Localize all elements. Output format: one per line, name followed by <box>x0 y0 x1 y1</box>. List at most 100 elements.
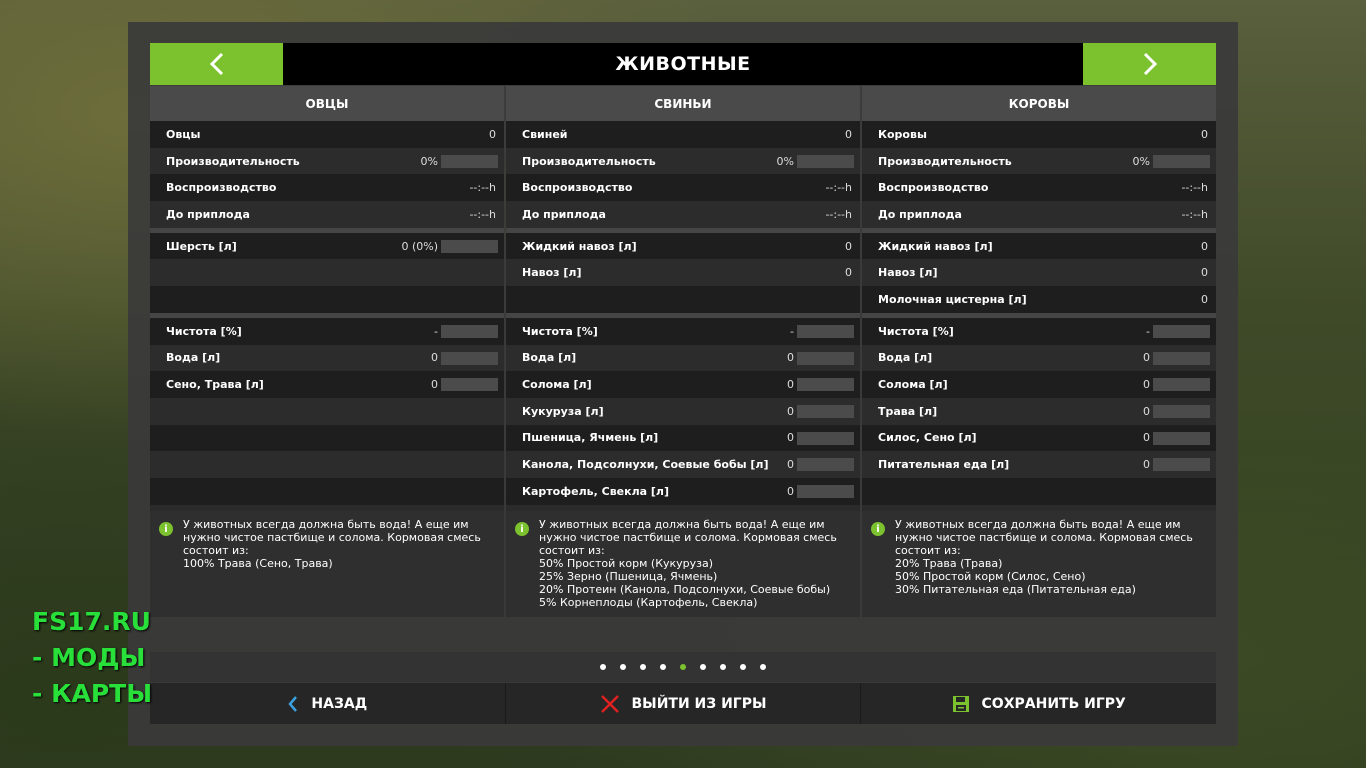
stat-row <box>150 286 504 313</box>
back-label: НАЗАД <box>311 695 368 712</box>
quit-label: ВЫЙТИ ИЗ ИГРЫ <box>631 695 767 712</box>
stat-value: 0 <box>1201 292 1208 306</box>
stat-value: 0% <box>1132 154 1150 168</box>
stat-row: Силос, Сено [л] 0 <box>862 424 1216 452</box>
stat-value: 0 <box>787 484 794 498</box>
progress-bar <box>441 378 498 392</box>
stat-value: --:--h <box>1181 181 1208 195</box>
stat-label: Воспроизводство <box>878 181 989 195</box>
stat-label: Трава [л] <box>878 404 938 418</box>
stat-value: - <box>1146 324 1150 338</box>
stat-label: Коровы <box>878 127 927 141</box>
stat-row: Производительность 0% <box>862 147 1216 175</box>
stat-row: Жидкий навоз [л] 0 <box>862 232 1216 260</box>
column-header: ОВЦЫ <box>150 86 504 121</box>
stat-row: До приплода --:--h <box>150 201 504 228</box>
page-header: ЖИВОТНЫЕ <box>150 43 1216 85</box>
stat-value: 0 <box>1143 351 1150 365</box>
quit-game-button[interactable]: ВЫЙТИ ИЗ ИГРЫ <box>506 683 862 724</box>
stat-value: 0 <box>845 127 852 141</box>
stat-value: 0 <box>845 266 852 280</box>
stat-row: Питательная еда [л] 0 <box>862 451 1216 478</box>
stat-label: Воспроизводство <box>166 181 277 195</box>
stat-row: Коровы 0 <box>862 121 1216 148</box>
stat-row: Шерсть [л] 0 (0%) <box>150 232 504 260</box>
watermark-line: - КАРТЫ <box>32 679 153 708</box>
chevron-left-icon <box>288 695 298 712</box>
stat-value: 0 <box>1143 404 1150 418</box>
stat-label: Вода [л] <box>166 351 221 365</box>
stat-row: До приплода --:--h <box>862 201 1216 228</box>
stat-label: Чистота [%] <box>522 324 598 338</box>
stat-label: До приплода <box>878 207 962 221</box>
stat-value: --:--h <box>825 181 852 195</box>
stat-value: 0 <box>431 351 438 365</box>
page-dot[interactable] <box>720 664 726 670</box>
page-indicator <box>150 652 1216 682</box>
stat-row: Чистота [%] - <box>506 317 860 345</box>
feed-info-box: i У животных всегда должна быть вода! А е… <box>862 511 1216 617</box>
stat-value: --:--h <box>825 207 852 221</box>
page-dot[interactable] <box>640 664 646 670</box>
save-game-button[interactable]: СОХРАНИТЬ ИГРУ <box>861 683 1216 724</box>
next-page-button[interactable] <box>1083 43 1216 85</box>
stat-row: Чистота [%] - <box>150 317 504 345</box>
stat-row: Солома [л] 0 <box>862 371 1216 398</box>
progress-bar <box>441 351 498 365</box>
page-dot[interactable] <box>600 664 606 670</box>
stat-row: Картофель, Свекла [л] 0 <box>506 477 860 505</box>
stat-value: 0 <box>787 378 794 392</box>
stat-row: Сено, Трава [л] 0 <box>150 371 504 398</box>
stat-label: Вода [л] <box>878 351 933 365</box>
stat-label: Производительность <box>878 154 1012 168</box>
page-dot[interactable] <box>760 664 766 670</box>
stat-row <box>150 424 504 452</box>
stat-value: 0 <box>1201 239 1208 253</box>
progress-bar <box>1153 431 1210 445</box>
stat-row <box>506 286 860 313</box>
stat-value: 0 <box>787 404 794 418</box>
page-dot[interactable] <box>700 664 706 670</box>
footer-bar: НАЗАД ВЫЙТИ ИЗ ИГРЫ СОХРАНИТЬ ИГРУ <box>150 683 1216 724</box>
stat-group: Жидкий навоз [л] 0 Навоз [л] 0 Молочная цист… <box>862 232 1216 313</box>
stat-value: 0 <box>787 458 794 472</box>
stat-value: 0 <box>1143 458 1150 472</box>
watermark-line: - МОДЫ <box>32 643 146 672</box>
stat-group: Чистота [%] - Вода [л] 0 Сено, Трава [л] 0 <box>150 317 504 505</box>
animal-column: ОВЦЫ Овцы 0 Производительность 0% Воспроизвод… <box>150 86 504 617</box>
stat-row: Воспроизводство --:--h <box>862 174 1216 202</box>
stat-label: Питательная еда [л] <box>878 458 1010 472</box>
stat-value: --:--h <box>469 181 496 195</box>
progress-bar <box>797 154 854 168</box>
animal-column: СВИНЬИ Свиней 0 Производительность 0% Воспрои… <box>506 86 860 617</box>
stat-value: 0 <box>1143 378 1150 392</box>
prev-page-button[interactable] <box>150 43 283 85</box>
save-label: СОХРАНИТЬ ИГРУ <box>981 695 1126 712</box>
stat-value: 0 <box>787 351 794 365</box>
stat-value: 0 <box>787 431 794 445</box>
stat-label: Канола, Подсолнухи, Соевые бобы [л] <box>522 458 769 472</box>
stat-label: Солома [л] <box>522 378 592 392</box>
stat-value: 0 <box>1201 266 1208 280</box>
stat-row <box>150 477 504 505</box>
stat-value: 0 <box>489 127 496 141</box>
feed-info-text: У животных всегда должна быть вода! А ещ… <box>895 518 1193 596</box>
stat-label: Овцы <box>166 127 201 141</box>
feed-info-text: У животных всегда должна быть вода! А ещ… <box>183 518 481 570</box>
progress-bar <box>1153 351 1210 365</box>
chevron-left-icon <box>209 52 223 76</box>
column-header: КОРОВЫ <box>862 86 1216 121</box>
feed-info-box: i У животных всегда должна быть вода! А е… <box>150 511 504 617</box>
back-button[interactable]: НАЗАД <box>150 683 506 724</box>
stat-label: Навоз [л] <box>522 266 582 280</box>
page-dot[interactable] <box>620 664 626 670</box>
progress-bar <box>797 324 854 338</box>
progress-bar <box>797 351 854 365</box>
page-dot[interactable] <box>680 664 686 670</box>
stat-row: Молочная цистерна [л] 0 <box>862 286 1216 313</box>
page-title: ЖИВОТНЫЕ <box>615 53 751 75</box>
page-dot[interactable] <box>660 664 666 670</box>
stat-row: Солома [л] 0 <box>506 371 860 398</box>
page-dot[interactable] <box>740 664 746 670</box>
info-icon: i <box>871 522 885 536</box>
